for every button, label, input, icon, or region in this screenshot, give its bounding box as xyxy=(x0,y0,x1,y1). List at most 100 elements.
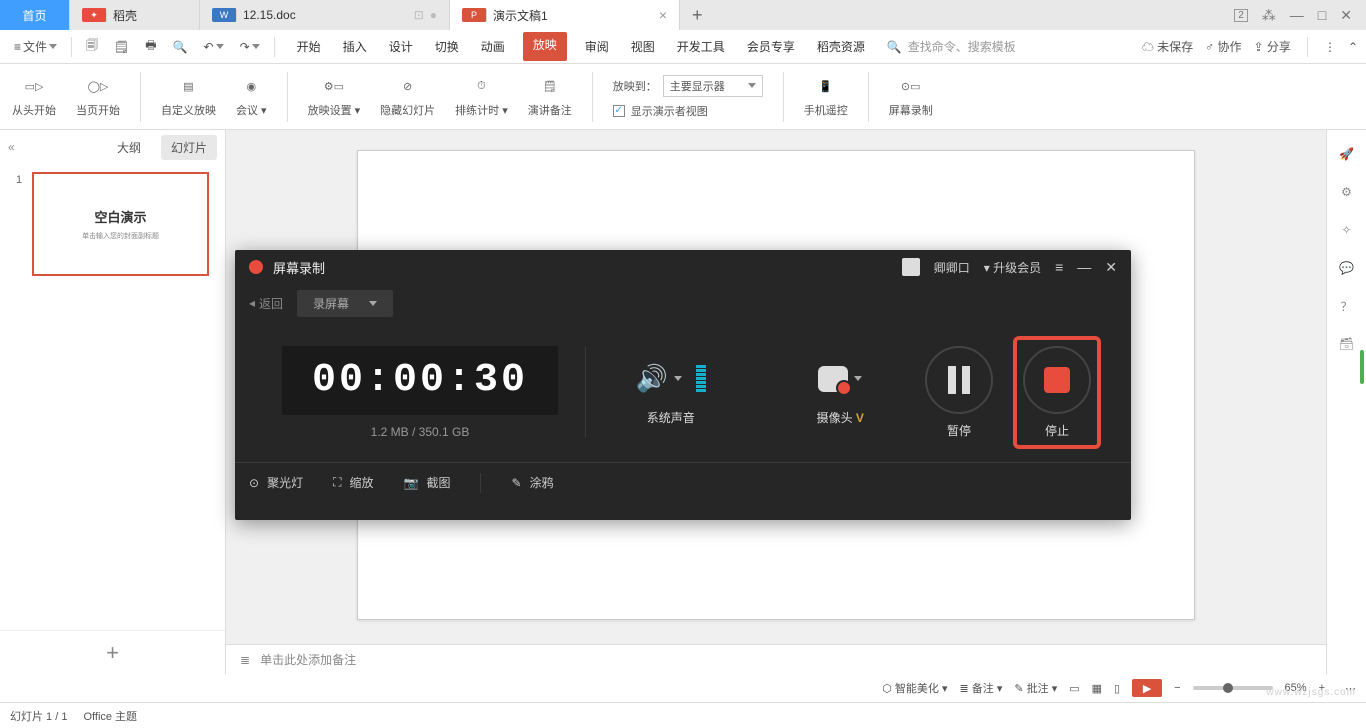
recorder-minimize-icon[interactable]: — xyxy=(1077,259,1091,275)
stop-button-highlight: 停止 xyxy=(1013,336,1101,449)
notes-icon: ≣ xyxy=(240,653,250,667)
word-icon: W xyxy=(212,8,237,22)
menu-tab-resource[interactable]: 稻壳资源 xyxy=(813,32,869,61)
ribbon: ▭▷从头开始 ◯▷当页开始 ▤自定义放映 ◉会议 ▾ ⚙▭放映设置 ▾ ⊘隐藏幻… xyxy=(0,64,1366,130)
menu-tab-animation[interactable]: 动画 xyxy=(477,32,509,61)
close-tab-icon[interactable]: × xyxy=(659,7,667,23)
menu-tab-slideshow[interactable]: 放映 xyxy=(523,32,567,61)
camera-control[interactable]: 摄像头 V xyxy=(756,359,926,426)
ribbon-meeting[interactable]: ◉会议 ▾ xyxy=(236,76,267,118)
menu-tab-view[interactable]: 视图 xyxy=(627,32,659,61)
quick-toolbar: ≡ 文件 🗐 🗒 🖶 🔍 ↶ ↷ 开始 插入 设计 切换 动画 放映 审阅 视图… xyxy=(0,30,1366,64)
play-button[interactable]: ▶ xyxy=(1132,679,1162,697)
ribbon-speaker-notes[interactable]: 🗒演讲备注 xyxy=(528,76,572,118)
recorder-menu-icon[interactable]: ≡ xyxy=(1055,259,1063,275)
undo-icon[interactable]: ↶ xyxy=(198,36,230,58)
slide-thumb-1[interactable]: 1 空白演示 单击输入您的封面副标题 xyxy=(16,172,209,276)
presenter-view-checkbox[interactable]: ✓ xyxy=(613,105,625,117)
redo-icon[interactable]: ↷ xyxy=(234,36,266,58)
unsaved-button[interactable]: ☁ 未保存 xyxy=(1142,38,1193,55)
notes-button[interactable]: ≣ 备注 ▾ xyxy=(960,680,1003,696)
collapse-ribbon-icon[interactable]: ⌃ xyxy=(1348,40,1358,54)
comments-button[interactable]: ✎ 批注 ▾ xyxy=(1014,680,1057,696)
record-mode-select[interactable]: 录屏幕 xyxy=(297,290,393,317)
maximize-icon[interactable]: □ xyxy=(1318,7,1326,23)
export-icon[interactable]: 🗒 xyxy=(108,36,135,58)
spotlight-tool[interactable]: ⊙聚光灯 xyxy=(249,474,303,491)
tab-doc[interactable]: W 12.15.doc ⊡ ● xyxy=(200,0,450,30)
slides-tab[interactable]: 幻灯片 xyxy=(161,135,217,160)
recorder-titlebar[interactable]: 屏幕录制 卿卿口 ▾ 升级会员 ≡ — ✕ xyxy=(235,250,1131,284)
help-icon[interactable]: ？ xyxy=(1337,296,1357,316)
close-window-icon[interactable]: ✕ xyxy=(1340,7,1352,24)
preview-icon[interactable]: 🔍 xyxy=(167,36,194,58)
tab-ppt[interactable]: P 演示文稿1 × xyxy=(450,0,680,30)
project-to-label: 放映到： xyxy=(613,78,657,94)
menu-tab-transition[interactable]: 切换 xyxy=(431,32,463,61)
recorder-back-button[interactable]: ◂ 返回 xyxy=(249,295,283,312)
beautify-button[interactable]: ⬡ 智能美化 ▾ xyxy=(882,680,947,696)
screen-recorder-window: 屏幕录制 卿卿口 ▾ 升级会员 ≡ — ✕ ◂ 返回 录屏幕 00:00:30 … xyxy=(235,250,1131,520)
ribbon-from-current[interactable]: ◯▷当页开始 xyxy=(76,76,120,118)
ribbon-rehearse[interactable]: ⏱排练计时 ▾ xyxy=(455,76,508,118)
tab-pin-icon[interactable]: ⊡ xyxy=(414,8,424,22)
stop-button[interactable]: 停止 xyxy=(1023,346,1091,439)
docke-icon: ✦ xyxy=(82,8,107,22)
more-icon[interactable]: ⋮ xyxy=(1324,40,1336,54)
ppt-icon: P xyxy=(462,8,487,22)
recorder-close-icon[interactable]: ✕ xyxy=(1105,259,1117,276)
new-tab-button[interactable]: + xyxy=(680,0,715,30)
tab-docke[interactable]: ✦ 稻壳 xyxy=(70,0,200,30)
collapse-panel-icon[interactable]: « xyxy=(8,140,15,154)
chat-icon[interactable]: 💬 xyxy=(1337,258,1357,278)
sparkle-icon[interactable]: ✧ xyxy=(1337,220,1357,240)
pause-button[interactable]: 暂停 xyxy=(925,346,993,439)
view-sorter-icon[interactable]: ▦ xyxy=(1092,682,1102,695)
menu-tab-dev[interactable]: 开发工具 xyxy=(673,32,729,61)
tab-home[interactable]: 首页 xyxy=(0,0,70,30)
ribbon-screen-record[interactable]: ⊙▭屏幕录制 xyxy=(889,76,933,118)
user-avatar[interactable] xyxy=(902,258,920,276)
menu-tab-review[interactable]: 审阅 xyxy=(581,32,613,61)
slide-panel: « 大纲 幻灯片 1 空白演示 单击输入您的封面副标题 + xyxy=(0,130,226,674)
rocket-icon[interactable]: 🚀 xyxy=(1337,144,1357,164)
ribbon-phone-remote[interactable]: 📱手机遥控 xyxy=(804,76,848,118)
search-box[interactable]: 🔍 查找命令、搜索模板 xyxy=(887,38,1016,55)
user-name: 卿卿口 xyxy=(934,259,970,276)
ribbon-from-start[interactable]: ▭▷从头开始 xyxy=(12,76,56,118)
notes-bar[interactable]: ≣ 单击此处添加备注 xyxy=(226,644,1326,674)
thumb-title: 空白演示 xyxy=(95,207,147,226)
share-button[interactable]: ⇪ 分享 xyxy=(1254,38,1291,55)
collab-button[interactable]: ♂ 协作 xyxy=(1205,38,1241,55)
view-reading-icon[interactable]: ▯ xyxy=(1114,682,1120,695)
clip-icon[interactable]: 🗃 xyxy=(1337,334,1357,354)
recorder-toolbar: ⊙聚光灯 ⛶缩放 📷截图 ✎涂鸦 xyxy=(235,462,1131,502)
menu-tab-design[interactable]: 设计 xyxy=(385,32,417,61)
menu-tab-vip[interactable]: 会员专享 xyxy=(743,32,799,61)
ribbon-hide-slide[interactable]: ⊘隐藏幻灯片 xyxy=(380,76,435,118)
settings-icon[interactable]: ⁂ xyxy=(1262,7,1276,24)
minimize-icon[interactable]: — xyxy=(1290,7,1304,23)
menu-tab-start[interactable]: 开始 xyxy=(293,32,325,61)
save-icon[interactable]: 🗐 xyxy=(80,32,104,61)
menu-tab-insert[interactable]: 插入 xyxy=(339,32,371,61)
menu-button[interactable]: ≡ 文件 xyxy=(8,34,63,59)
audio-control[interactable]: 🔊 系统声音 xyxy=(586,359,756,426)
upgrade-button[interactable]: ▾ 升级会员 xyxy=(984,259,1041,276)
speaker-icon: 🔊 xyxy=(636,363,668,394)
zoom-out-icon[interactable]: − xyxy=(1174,682,1180,694)
add-slide-button[interactable]: + xyxy=(0,630,225,674)
view-normal-icon[interactable]: ▭ xyxy=(1069,682,1079,695)
zoom-tool[interactable]: ⛶缩放 xyxy=(333,474,373,491)
ribbon-custom[interactable]: ▤自定义放映 xyxy=(161,76,216,118)
badge-icon[interactable]: 2 xyxy=(1234,9,1248,22)
sliders-icon[interactable]: ⚙ xyxy=(1337,182,1357,202)
zoom-slider[interactable] xyxy=(1193,686,1273,690)
doodle-tool[interactable]: ✎涂鸦 xyxy=(511,474,553,491)
thumb-subtitle: 单击输入您的封面副标题 xyxy=(82,231,159,241)
print-icon[interactable]: 🖶 xyxy=(139,32,162,61)
display-select[interactable]: 主要显示器 xyxy=(663,75,763,97)
screenshot-tool[interactable]: 📷截图 xyxy=(404,474,451,491)
outline-tab[interactable]: 大纲 xyxy=(107,135,151,160)
ribbon-settings[interactable]: ⚙▭放映设置 ▾ xyxy=(308,76,361,118)
